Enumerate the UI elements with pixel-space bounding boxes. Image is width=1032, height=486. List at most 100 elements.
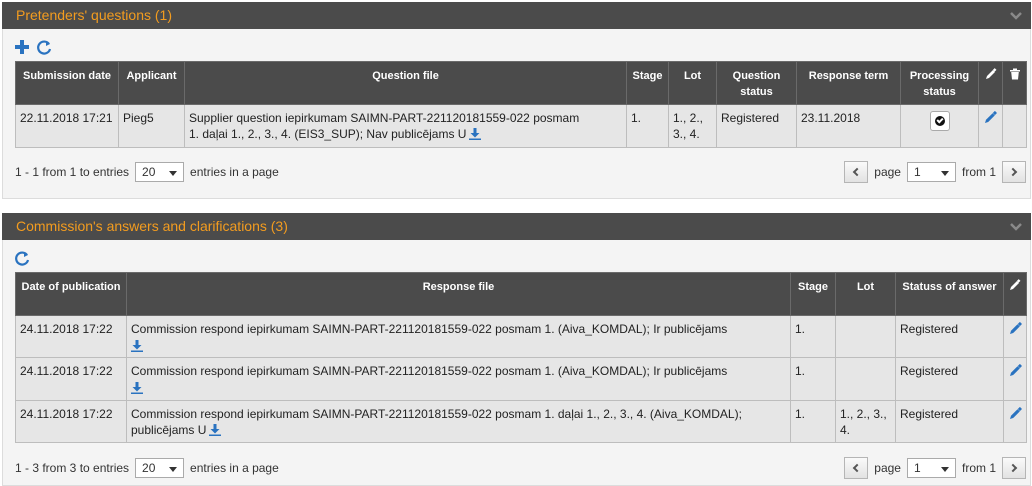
entries-label: entries in a page	[190, 461, 279, 475]
col-submission-date[interactable]: Submission date	[15, 61, 119, 105]
questions-toolbar	[3, 29, 1030, 59]
from-label: from 1	[961, 461, 996, 475]
download-icon[interactable]	[131, 382, 143, 394]
refresh-icon[interactable]	[14, 250, 30, 266]
next-page-button[interactable]	[1002, 457, 1026, 479]
answers-panel-title: Commission's answers and clarifications …	[16, 218, 288, 234]
table-row: 24.11.2018 17:22 Commission respond iepi…	[15, 357, 1027, 401]
page-size-select[interactable]: 20	[135, 162, 185, 182]
publication-date-cell: 24.11.2018 17:22	[15, 357, 127, 401]
lot-line1: 1., 2.,	[673, 111, 704, 125]
response-file-line2[interactable]: publicējams U	[131, 423, 206, 437]
page-number-value: 1	[913, 165, 921, 179]
add-icon[interactable]	[14, 39, 30, 55]
col-lot[interactable]: Lot	[668, 61, 717, 105]
lot-cell: 1., 2., 3., 4.	[668, 104, 717, 148]
lot-cell: 1., 2., 3., 4.	[835, 400, 896, 443]
page-size-value: 20	[142, 461, 156, 475]
col-question-file[interactable]: Question file	[184, 61, 627, 105]
processing-status-cell	[900, 104, 979, 148]
collapse-chevron-icon[interactable]	[1009, 213, 1023, 240]
table-row: 24.11.2018 17:22 Commission respond iepi…	[15, 315, 1027, 358]
col-answer-status[interactable]: Statuss of answer	[895, 272, 1004, 316]
page-number-select[interactable]: 1	[906, 162, 956, 182]
trash-icon	[1009, 68, 1021, 80]
col-delete	[1002, 61, 1027, 105]
processing-status-check-icon[interactable]	[929, 111, 950, 131]
refresh-icon[interactable]	[36, 39, 52, 55]
questions-panel-title: Pretenders' questions (1)	[16, 7, 172, 23]
answer-status-cell: Registered	[895, 400, 1004, 443]
questions-header-row: Submission date Applicant Question file …	[15, 61, 1027, 105]
page-number-select[interactable]: 1	[906, 458, 956, 478]
entries-label: entries in a page	[190, 165, 279, 179]
lot-line2: 4.	[840, 423, 851, 437]
answer-status-cell: Registered	[895, 357, 1004, 401]
col-response-file[interactable]: Response file	[126, 272, 791, 316]
response-file-link[interactable]: Commission respond iepirkumam SAIMN-PART…	[131, 322, 727, 336]
edit-pencil-icon[interactable]	[1009, 322, 1022, 335]
answers-pager: 1 - 3 from 3 to entries 20 entries in a …	[15, 457, 1026, 479]
col-response-term[interactable]: Response term	[796, 61, 901, 105]
col-publication-date[interactable]: Date of publication	[15, 272, 127, 316]
page-number-value: 1	[913, 461, 921, 475]
col-lot[interactable]: Lot	[835, 272, 896, 316]
chevron-right-icon	[1008, 463, 1018, 473]
question-status-cell: Registered	[716, 104, 797, 148]
collapse-chevron-icon[interactable]	[1009, 2, 1023, 29]
edit-pencil-icon[interactable]	[984, 111, 997, 124]
stage-cell: 1.	[626, 104, 669, 148]
questions-table: Submission date Applicant Question file …	[15, 61, 1027, 148]
publication-date-cell: 24.11.2018 17:22	[15, 400, 127, 443]
table-row: 24.11.2018 17:22 Commission respond iepi…	[15, 400, 1027, 443]
applicant-cell: Pieg5	[118, 104, 185, 148]
table-row: 22.11.2018 17:21 Pieg5 Supplier question…	[15, 104, 1027, 148]
response-file-cell: Commission respond iepirkumam SAIMN-PART…	[126, 315, 791, 358]
answer-status-cell: Registered	[895, 315, 1004, 358]
answers-toolbar	[3, 240, 1030, 270]
edit-pencil-icon[interactable]	[1009, 364, 1022, 377]
questions-panel-header[interactable]: Pretenders' questions (1)	[2, 2, 1031, 29]
answers-panel: Commission's answers and clarifications …	[2, 213, 1031, 486]
pager-summary: 1 - 1 from 1 to entries	[15, 165, 130, 179]
response-file-link[interactable]: Commission respond iepirkumam SAIMN-PART…	[131, 364, 727, 378]
edit-cell	[1003, 400, 1027, 443]
download-icon[interactable]	[469, 128, 482, 140]
edit-cell	[1003, 357, 1027, 401]
pencil-icon	[1009, 279, 1021, 291]
prev-page-button[interactable]	[844, 161, 869, 183]
chevron-left-icon	[853, 167, 862, 177]
download-icon[interactable]	[131, 340, 143, 352]
edit-cell	[978, 104, 1003, 148]
stage-cell: 1.	[790, 315, 836, 358]
page-label: page	[874, 461, 901, 475]
col-question-status[interactable]: Question status	[716, 61, 797, 105]
col-stage[interactable]: Stage	[790, 272, 836, 316]
edit-pencil-icon[interactable]	[1009, 407, 1022, 420]
from-label: from 1	[961, 165, 996, 179]
answers-header-row: Date of publication Response file Stage …	[15, 272, 1027, 316]
edit-cell	[1003, 315, 1027, 358]
answers-panel-header[interactable]: Commission's answers and clarifications …	[2, 213, 1031, 240]
dropdown-caret-icon	[940, 171, 949, 176]
lot-line2: 3., 4.	[673, 127, 700, 141]
questions-panel: Pretenders' questions (1) Submission dat…	[2, 2, 1031, 199]
download-icon[interactable]	[209, 424, 222, 436]
pager-summary: 1 - 3 from 3 to entries	[15, 461, 130, 475]
next-page-button[interactable]	[1002, 161, 1026, 183]
questions-panel-body: Submission date Applicant Question file …	[2, 29, 1031, 199]
answers-table: Date of publication Response file Stage …	[15, 272, 1027, 443]
prev-page-button[interactable]	[844, 457, 869, 479]
col-applicant[interactable]: Applicant	[118, 61, 185, 105]
col-stage[interactable]: Stage	[626, 61, 669, 105]
lot-cell	[835, 357, 896, 401]
response-file-cell: Commission respond iepirkumam SAIMN-PART…	[126, 357, 791, 401]
page-size-select[interactable]: 20	[135, 458, 185, 478]
answers-panel-body: Date of publication Response file Stage …	[2, 240, 1031, 486]
page-label: page	[874, 165, 901, 179]
page-size-value: 20	[142, 165, 156, 179]
chevron-left-icon	[853, 463, 862, 473]
question-file-line2[interactable]: 1. daļai 1., 2., 3., 4. (EIS3_SUP); Nav …	[189, 127, 466, 141]
col-processing-status[interactable]: Processing status	[900, 61, 979, 105]
dropdown-caret-icon	[940, 467, 949, 472]
